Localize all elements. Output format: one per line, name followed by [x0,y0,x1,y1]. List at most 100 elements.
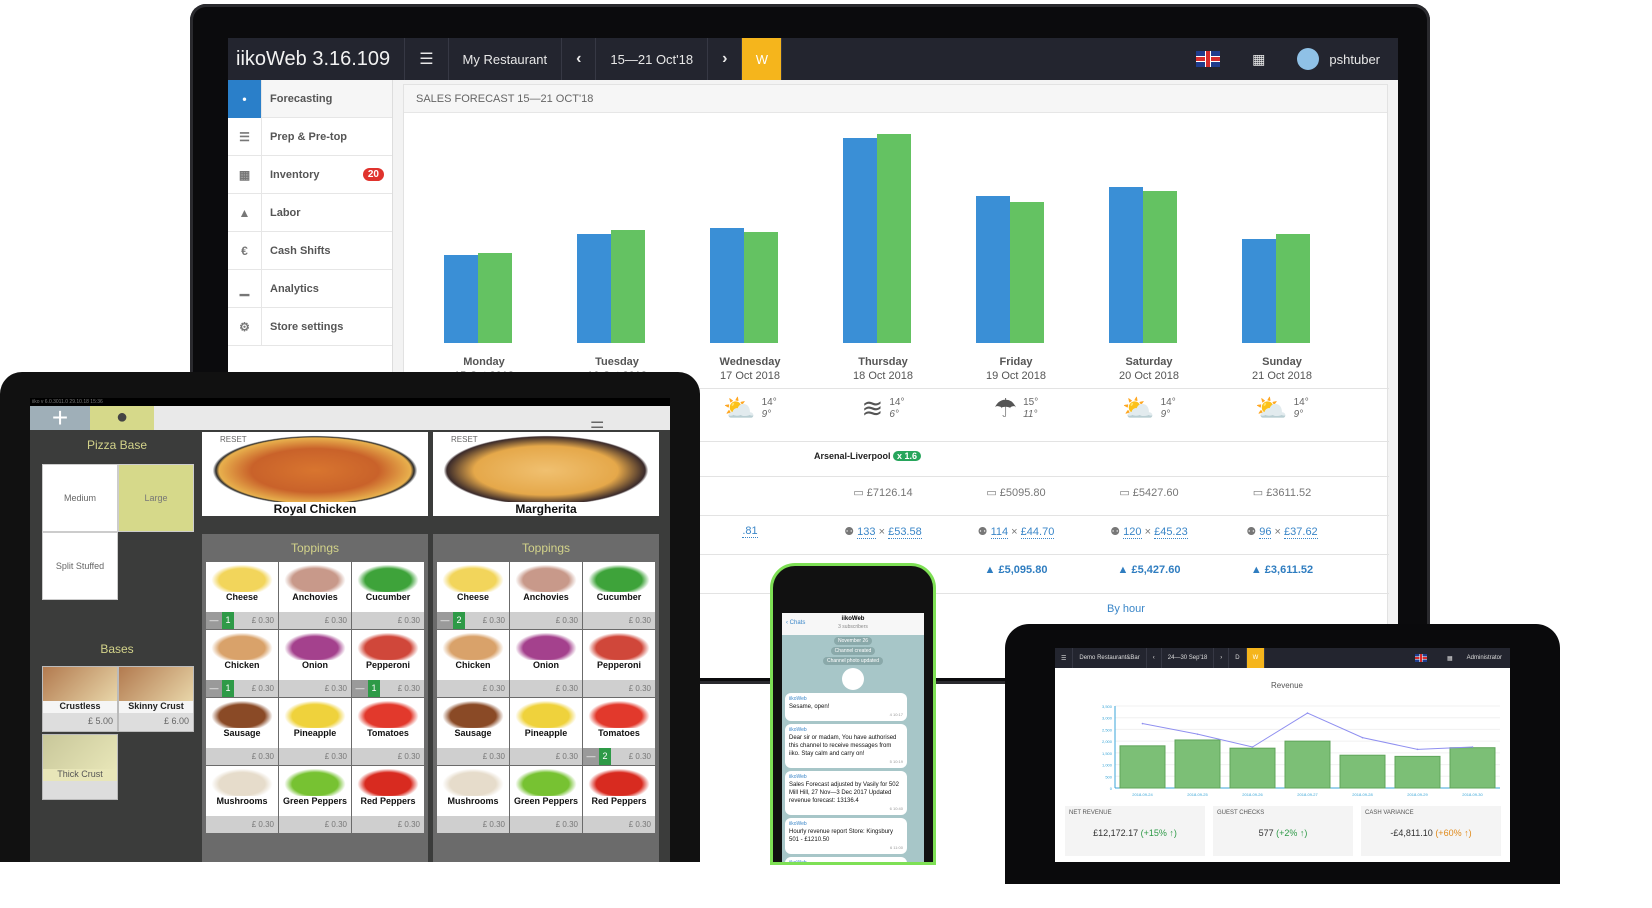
net-revenue-bar[interactable] [1449,747,1496,789]
bar-forecast-wednesday[interactable] [744,232,778,343]
back-to-chats-button[interactable]: ‹ Chats [786,620,805,626]
chevron-right-icon[interactable]: › [1214,648,1230,668]
sidebar-item-labor[interactable]: ▲ Labor [228,193,392,232]
net-revenue-bar[interactable] [1394,755,1441,789]
grid-icon[interactable]: ▦ [1252,51,1265,68]
topping-item[interactable]: Pepperoni £ 0.30—1 [352,630,424,697]
topping-item[interactable]: Green Peppers £ 0.30 [279,766,351,833]
pizza-card[interactable]: RESET Royal Chicken [202,432,428,516]
bar-forecast-sunday[interactable] [1276,234,1310,343]
topping-item[interactable]: Cheese £ 0.30—2 [437,562,509,629]
week-button[interactable]: W [1246,648,1266,668]
topping-item[interactable]: Cucumber £ 0.30 [352,562,424,629]
day-button[interactable]: D [1229,648,1247,668]
bar-forecast-monday[interactable] [478,252,512,343]
uk-flag-icon[interactable] [1414,654,1427,662]
average-check-link[interactable]: £37.62 [1284,526,1318,539]
base-option[interactable]: Thick Crust [42,734,118,800]
topping-item[interactable]: Tomatoes £ 0.30 [352,698,424,765]
week-period-button[interactable]: W [742,38,783,80]
topping-item[interactable]: Mushrooms £ 0.30 [437,766,509,833]
bar-forecast-friday[interactable] [1010,201,1044,343]
bar-actual-saturday[interactable] [1109,187,1143,343]
guest-count-link[interactable]: 120 [1123,526,1142,539]
topping-item[interactable]: Chicken £ 0.30 [437,630,509,697]
topping-item[interactable]: Anchovies £ 0.30 [279,562,351,629]
topping-item[interactable]: Sausage £ 0.30 [206,698,278,765]
topping-item[interactable]: Pineapple £ 0.30 [510,698,582,765]
bar-actual-sunday[interactable] [1242,238,1276,343]
sidebar-item-prep-pre-top[interactable]: ☰ Prep & Pre-top [228,117,392,156]
restaurant-selector[interactable]: My Restaurant [449,38,563,80]
sidebar-item-analytics[interactable]: ▁ Analytics [228,269,392,308]
topping-item[interactable]: Sausage £ 0.30 [437,698,509,765]
grid-icon[interactable]: ▦ [1447,655,1453,662]
bar-forecast-tuesday[interactable] [611,230,645,343]
average-check-link[interactable]: .81 [742,525,758,538]
restaurant-selector[interactable]: Demo Restaurant&Bar [1073,648,1147,668]
topping-item[interactable]: Chicken £ 0.30—1 [206,630,278,697]
topping-item[interactable]: Pineapple £ 0.30 [279,698,351,765]
date-range[interactable]: 15—21 Oct'18 [596,38,709,80]
kpi-card[interactable]: CASH VARIANCE -£4,811.10 (+60% ↑) [1361,806,1501,856]
guest-count-link[interactable]: 96 [1259,526,1272,539]
topping-item[interactable]: Green Peppers £ 0.30 [510,766,582,833]
topping-item[interactable]: Tomatoes £ 0.30—2 [583,698,655,765]
guest-count-link[interactable]: 133 [857,526,876,539]
average-check-link[interactable]: £45.23 [1154,526,1188,539]
quantity-stepper[interactable]: —1 [206,612,234,629]
sidebar-item-store-settings[interactable]: ⚙ Store settings [228,307,392,346]
minus-icon[interactable]: — [352,680,368,697]
sidebar-item-forecasting[interactable]: • Forecasting [228,79,392,118]
topping-item[interactable]: Anchovies £ 0.30 [510,562,582,629]
average-check-link[interactable]: £44.70 [1020,526,1055,539]
topping-item[interactable]: Red Peppers £ 0.30 [352,766,424,833]
pizza-base-option[interactable]: Split Stuffed [42,532,118,600]
base-option[interactable]: Skinny Crust £ 6.00 [118,666,194,732]
uk-flag-icon[interactable] [1196,51,1221,67]
kpi-card[interactable]: NET REVENUE £12,172.17 (+15% ↑) [1065,806,1205,856]
by-hour-link[interactable]: By hour [1107,603,1145,615]
base-option[interactable]: Crustless £ 5.00 [42,666,118,732]
hamburger-icon[interactable]: ☰ [405,38,449,80]
hamburger-icon[interactable]: ☰ [1055,648,1074,668]
minus-icon[interactable]: — [437,612,453,629]
minus-icon[interactable]: — [206,680,222,697]
username[interactable]: Administrator [1467,655,1502,661]
chevron-right-icon[interactable]: › [708,38,743,80]
chevron-left-icon[interactable]: ‹ [562,38,597,80]
net-revenue-bar[interactable] [1339,754,1386,789]
topping-item[interactable]: Pepperoni £ 0.30 [583,630,655,697]
guest-count-link[interactable]: 114 [990,526,1009,539]
topping-item[interactable]: Cucumber £ 0.30 [583,562,655,629]
net-revenue-bar[interactable] [1119,745,1166,789]
pizza-base-option[interactable]: Medium [42,464,118,532]
minus-icon[interactable]: — [583,748,599,765]
average-check-link[interactable]: £53.58 [888,526,922,539]
bar-actual-monday[interactable] [444,254,478,343]
topping-item[interactable]: Onion £ 0.30 [510,630,582,697]
quantity-stepper[interactable]: —1 [352,680,380,697]
pizza-base-option[interactable]: Large [118,464,194,532]
bar-actual-thursday[interactable] [843,138,877,343]
sidebar-item-inventory[interactable]: ▦ Inventory 20 [228,155,392,194]
bar-forecast-saturday[interactable] [1143,191,1177,343]
chevron-left-icon[interactable]: ‹ [1147,648,1162,668]
minus-icon[interactable]: — [206,612,222,629]
topping-item[interactable]: Onion £ 0.30 [279,630,351,697]
bar-forecast-thursday[interactable] [877,134,911,343]
quantity-stepper[interactable]: —2 [437,612,465,629]
topping-item[interactable]: Mushrooms £ 0.30 [206,766,278,833]
reset-button[interactable]: RESET [451,435,478,444]
net-revenue-bar[interactable] [1284,740,1331,789]
net-revenue-bar[interactable] [1229,747,1276,789]
net-revenue-bar[interactable] [1174,739,1221,789]
reset-button[interactable]: RESET [220,435,247,444]
bar-actual-tuesday[interactable] [577,234,611,343]
bar-actual-friday[interactable] [976,195,1010,343]
quantity-stepper[interactable]: —2 [583,748,611,765]
date-range[interactable]: 24—30 Sep'18 [1162,648,1215,668]
user-menu[interactable]: pshtuber [1297,48,1380,70]
pizza-card[interactable]: RESET Margherita [433,432,659,516]
topping-item[interactable]: Cheese £ 0.30—1 [206,562,278,629]
